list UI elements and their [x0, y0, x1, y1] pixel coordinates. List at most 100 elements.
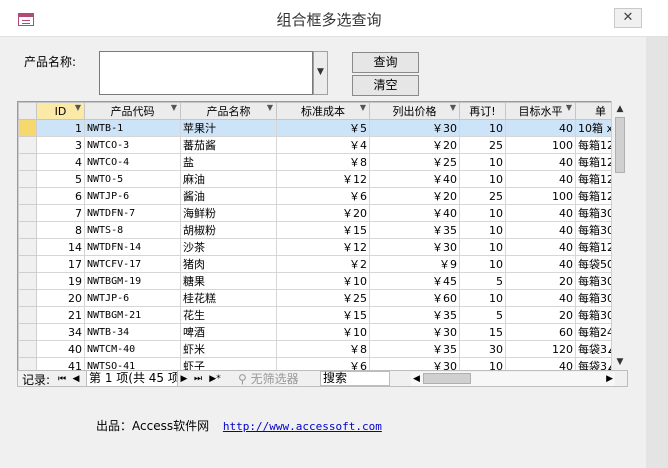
- row-selector[interactable]: [18, 306, 37, 324]
- sort-arrow-icon[interactable]: ▼: [267, 104, 273, 113]
- website-link[interactable]: http://www.accessoft.com: [223, 420, 382, 433]
- table-cell[interactable]: 21: [36, 306, 85, 324]
- table-row[interactable]: 40 NWTCM-40 虾米 ￥8 ￥35 30 120 每袋3∠: [18, 340, 626, 358]
- row-selector[interactable]: [18, 153, 37, 171]
- table-cell[interactable]: NWTDFN-7: [84, 204, 181, 222]
- table-cell[interactable]: ￥15: [276, 306, 370, 324]
- table-cell[interactable]: 海鲜粉: [180, 204, 277, 222]
- table-row[interactable]: 19 NWTBGM-19 糖果 ￥10 ￥45 5 20 每箱30: [18, 272, 626, 290]
- table-cell[interactable]: ￥35: [369, 221, 460, 239]
- table-cell[interactable]: 桂花糕: [180, 289, 277, 307]
- table-cell[interactable]: 8: [36, 221, 85, 239]
- table-cell[interactable]: 7: [36, 204, 85, 222]
- clear-button[interactable]: 清空: [352, 75, 419, 96]
- no-filter-indicator[interactable]: ⚲ 无筛选器: [238, 371, 299, 387]
- table-cell[interactable]: 10: [459, 119, 506, 137]
- table-cell[interactable]: 15: [459, 323, 506, 341]
- table-cell[interactable]: NWTB-34: [84, 323, 181, 341]
- table-cell[interactable]: ￥8: [276, 340, 370, 358]
- table-cell[interactable]: 40: [505, 255, 576, 273]
- table-row[interactable]: 1 NWTB-1 苹果汁 ￥5 ￥30 10 40 10箱 x: [18, 119, 626, 137]
- table-cell[interactable]: ￥20: [369, 136, 460, 154]
- table-cell[interactable]: ￥9: [369, 255, 460, 273]
- scroll-left-icon[interactable]: ◀: [413, 372, 420, 386]
- table-cell[interactable]: 20: [505, 306, 576, 324]
- column-header-list-price[interactable]: 列出价格 ▼: [369, 102, 460, 120]
- table-cell[interactable]: 17: [36, 255, 85, 273]
- table-cell[interactable]: 40: [505, 238, 576, 256]
- table-cell[interactable]: 25: [459, 136, 506, 154]
- table-cell[interactable]: ￥15: [276, 221, 370, 239]
- table-cell[interactable]: 1: [36, 119, 85, 137]
- sort-arrow-icon[interactable]: ▼: [171, 104, 177, 113]
- table-cell[interactable]: 苹果汁: [180, 119, 277, 137]
- new-record-icon[interactable]: ▶*: [206, 371, 224, 387]
- table-cell[interactable]: ￥40: [369, 204, 460, 222]
- table-cell[interactable]: NWTBGM-19: [84, 272, 181, 290]
- table-cell[interactable]: 40: [505, 221, 576, 239]
- table-cell[interactable]: 40: [505, 153, 576, 171]
- table-cell[interactable]: 40: [505, 119, 576, 137]
- row-selector[interactable]: [18, 255, 37, 273]
- table-cell[interactable]: ￥35: [369, 340, 460, 358]
- table-cell[interactable]: 14: [36, 238, 85, 256]
- table-cell[interactable]: NWTS-8: [84, 221, 181, 239]
- select-all-cell[interactable]: [18, 102, 37, 120]
- table-row[interactable]: 8 NWTS-8 胡椒粉 ￥15 ￥35 10 40 每箱30: [18, 221, 626, 239]
- last-record-icon[interactable]: ⏭: [192, 371, 204, 387]
- table-cell[interactable]: 沙茶: [180, 238, 277, 256]
- table-row[interactable]: 4 NWTCO-4 盐 ￥8 ￥25 10 40 每箱12: [18, 153, 626, 171]
- sort-arrow-icon[interactable]: ▼: [75, 104, 81, 113]
- table-cell[interactable]: ￥20: [369, 187, 460, 205]
- column-header-id[interactable]: ID ▼: [36, 102, 85, 120]
- horizontal-scrollbar[interactable]: ◀ ▶: [411, 372, 615, 386]
- table-cell[interactable]: 5: [459, 272, 506, 290]
- sort-arrow-icon[interactable]: ▼: [450, 104, 456, 113]
- scroll-thumb[interactable]: [615, 117, 625, 173]
- table-cell[interactable]: 19: [36, 272, 85, 290]
- table-cell[interactable]: 100: [505, 187, 576, 205]
- table-cell[interactable]: 40: [505, 289, 576, 307]
- table-cell[interactable]: 20: [505, 272, 576, 290]
- table-cell[interactable]: ￥30: [369, 119, 460, 137]
- table-cell[interactable]: 酱油: [180, 187, 277, 205]
- table-cell[interactable]: ￥8: [276, 153, 370, 171]
- table-row[interactable]: 3 NWTCO-3 蕃茄酱 ￥4 ￥20 25 100 每箱12: [18, 136, 626, 154]
- column-header-standard-cost[interactable]: 标准成本 ▼: [276, 102, 370, 120]
- row-selector[interactable]: [18, 119, 37, 137]
- table-row[interactable]: 21 NWTBGM-21 花生 ￥15 ￥35 5 20 每箱30: [18, 306, 626, 324]
- table-cell[interactable]: NWTJP-6: [84, 187, 181, 205]
- table-cell[interactable]: 100: [505, 136, 576, 154]
- product-name-combobox[interactable]: [99, 51, 313, 95]
- row-selector[interactable]: [18, 272, 37, 290]
- row-selector[interactable]: [18, 136, 37, 154]
- table-cell[interactable]: NWTCO-3: [84, 136, 181, 154]
- table-cell[interactable]: ￥5: [276, 119, 370, 137]
- scroll-right-icon[interactable]: ▶: [606, 372, 613, 386]
- column-header-reorder[interactable]: 再订!: [459, 102, 506, 120]
- table-cell[interactable]: 20: [36, 289, 85, 307]
- row-selector[interactable]: [18, 187, 37, 205]
- table-cell[interactable]: 25: [459, 187, 506, 205]
- table-cell[interactable]: ￥4: [276, 136, 370, 154]
- table-cell[interactable]: 麻油: [180, 170, 277, 188]
- scroll-up-icon[interactable]: ▲: [612, 101, 628, 117]
- table-cell[interactable]: 10: [459, 238, 506, 256]
- table-cell[interactable]: 5: [36, 170, 85, 188]
- table-cell[interactable]: 10: [459, 255, 506, 273]
- table-cell[interactable]: ￥2: [276, 255, 370, 273]
- table-cell[interactable]: ￥6: [276, 187, 370, 205]
- row-selector[interactable]: [18, 170, 37, 188]
- table-row[interactable]: 34 NWTB-34 啤酒 ￥10 ￥30 15 60 每箱24: [18, 323, 626, 341]
- row-selector[interactable]: [18, 238, 37, 256]
- table-cell[interactable]: 蕃茄酱: [180, 136, 277, 154]
- table-cell[interactable]: 6: [36, 187, 85, 205]
- row-selector[interactable]: [18, 323, 37, 341]
- table-cell[interactable]: 34: [36, 323, 85, 341]
- current-record-field[interactable]: 第 1 项(共 45 项: [86, 371, 178, 386]
- table-cell[interactable]: ￥25: [369, 153, 460, 171]
- previous-record-icon[interactable]: ◀: [70, 371, 82, 387]
- table-row[interactable]: 6 NWTJP-6 酱油 ￥6 ￥20 25 100 每箱12: [18, 187, 626, 205]
- table-cell[interactable]: 10: [459, 170, 506, 188]
- table-cell[interactable]: NWTCFV-17: [84, 255, 181, 273]
